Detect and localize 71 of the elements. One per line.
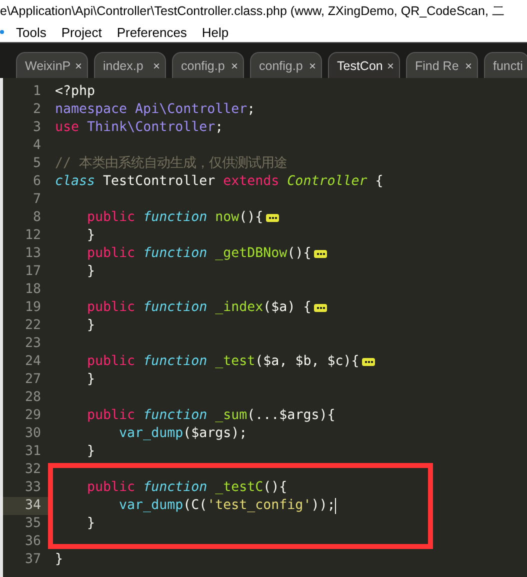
fold-marker-icon[interactable] [362,358,376,366]
line-number: 3 [32,119,42,137]
line-number: 30 [24,425,42,443]
line-number: 18 [24,281,42,299]
close-icon[interactable]: × [464,58,472,72]
code-line: public function _test($a, $b, $c){ [86,353,360,371]
code-line: public function _sum(...$args){ [86,407,336,425]
code-line: } [86,371,96,389]
code-line: public function _index($a) { [86,299,312,317]
window-title: e\Application\Api\Controller\TestController.class.php (www, ZXingDemo, QR_CodeScan, 二 [0,2,505,20]
line-number: 19 [24,299,42,317]
code-line: // 本类由系统自动生成，仅供测试用途 [55,155,288,173]
editor-tab[interactable]: WeixinP × [16,52,88,78]
close-icon[interactable]: × [386,58,394,72]
line-number: 28 [24,389,42,407]
code-line: class TestController extends Controller { [55,173,384,191]
editor-tab[interactable]: functi [484,52,527,78]
text-cursor [335,498,336,514]
line-number: 24 [24,353,42,371]
line-number: 4 [32,137,42,155]
editor-tab[interactable]: index.p × [94,52,166,78]
menu-item[interactable]: Project [61,24,102,40]
fold-marker-icon[interactable] [314,304,328,312]
line-number: 22 [24,317,42,335]
menu-item[interactable]: Tools [16,24,46,40]
line-number: 17 [24,263,42,281]
menu-item[interactable]: Help [202,24,229,40]
line-number: 27 [24,371,42,389]
close-icon[interactable]: × [308,58,316,72]
code-line: } [86,443,96,461]
editor-tab[interactable]: config.p × [172,52,244,78]
line-number: 37 [24,551,42,569]
close-icon[interactable]: × [230,58,238,72]
line-number: 7 [32,191,42,209]
menu-item[interactable]: Preferences [116,24,187,40]
code-line: var_dump($args); [118,425,248,443]
editor-tab[interactable]: TestCon × [328,52,400,78]
line-number: 31 [24,443,42,461]
code-line: namespace Api\Controller; [55,101,256,119]
fold-marker-icon[interactable] [314,250,328,258]
line-number: 32 [24,461,42,479]
code-line: public function now(){ [86,209,264,227]
line-number: 33 [24,479,42,497]
line-number: 8 [32,209,42,227]
line-number: 36 [24,533,42,551]
code-line: } [86,515,96,533]
code-line: } [86,227,96,245]
line-number: 5 [32,155,42,173]
fold-marker-icon[interactable] [266,214,280,222]
line-number: 29 [24,407,42,425]
code-line: } [55,551,64,569]
code-line: use Think\Controller; [55,119,224,137]
code-line: } [86,263,96,281]
line-number: 34 [3,497,48,515]
line-number: 35 [24,515,42,533]
code-line: public function _testC(){ [86,479,288,497]
code-line: <?php [55,83,96,101]
editor-tab[interactable]: config.p × [250,52,322,78]
close-icon[interactable]: × [74,58,82,72]
line-number: 6 [32,173,42,191]
line-number: 12 [24,227,42,245]
line-number: 23 [24,335,42,353]
line-number: 2 [32,101,42,119]
code-line: public function _getDBNow(){ [86,245,312,263]
editor-tab[interactable]: Find Re × [406,52,478,78]
app-icon [0,30,4,34]
code-line: var_dump(C('test_config')); [118,497,336,515]
line-number: 13 [24,245,42,263]
close-icon[interactable]: × [152,58,160,72]
line-number: 1 [32,83,42,101]
code-line: } [86,317,96,335]
